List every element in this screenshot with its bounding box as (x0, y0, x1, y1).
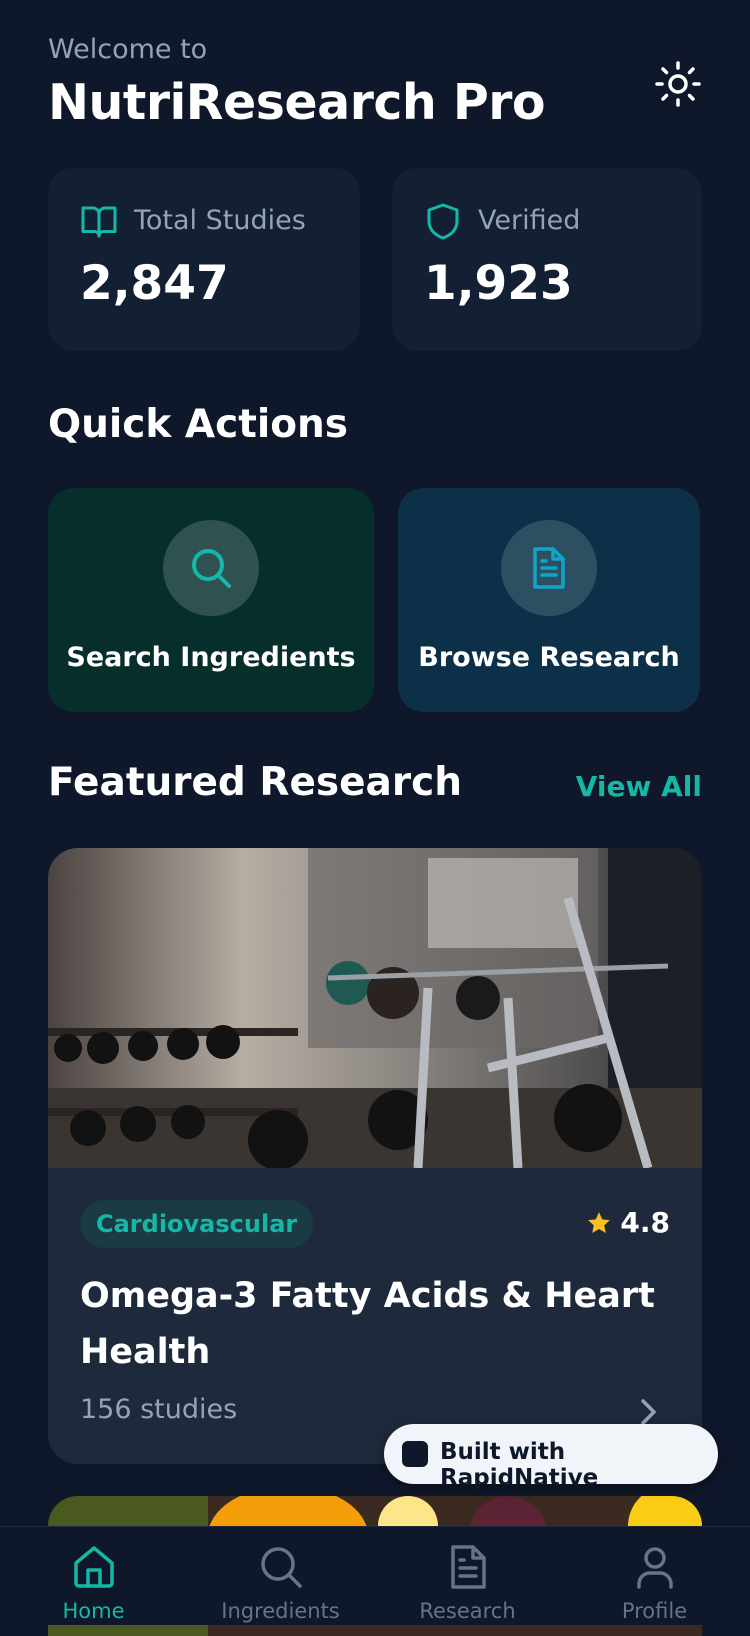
tab-label: Home (62, 1599, 125, 1623)
stat-card-verified: Verified 1,923 (392, 168, 702, 351)
welcome-text: Welcome to (48, 34, 208, 65)
theme-toggle-button[interactable] (654, 60, 702, 108)
studies-count: 156 studies (80, 1394, 238, 1425)
stat-card-total-studies: Total Studies 2,847 (48, 168, 360, 351)
rating: 4.8 (586, 1206, 670, 1239)
action-label: Search Ingredients (66, 642, 356, 673)
featured-research-card[interactable]: Cardiovascular 4.8 Omega-3 Fatty Acids &… (48, 848, 702, 1464)
home-icon (73, 1546, 114, 1588)
stat-label: Verified (478, 205, 581, 236)
tab-label: Ingredients (221, 1599, 340, 1623)
quick-actions-title: Quick Actions (48, 402, 349, 447)
tab-profile[interactable]: Profile (561, 1527, 748, 1625)
badge-text: Built with RapidNative (440, 1439, 599, 1491)
search-icon (192, 549, 231, 588)
search-ingredients-button[interactable]: Search Ingredients (48, 488, 374, 712)
shield-icon (427, 203, 459, 240)
category-tag: Cardiovascular (80, 1200, 314, 1248)
stat-label: Total Studies (134, 205, 306, 236)
built-with-badge[interactable]: Built with RapidNative (384, 1424, 718, 1491)
icon-circle (163, 520, 259, 616)
stat-value: 2,847 (80, 256, 229, 311)
rapidnative-logo-icon (402, 1441, 428, 1467)
bottom-tab-bar: Home Ingredients Research Profile (0, 1526, 750, 1625)
tab-label: Profile (621, 1599, 688, 1623)
document-icon (533, 547, 565, 589)
tab-label: Research (419, 1599, 516, 1623)
tab-research[interactable]: Research (374, 1527, 561, 1625)
app-title: NutriResearch Pro (48, 74, 546, 131)
sun-icon (655, 61, 701, 107)
book-open-icon (81, 206, 117, 238)
browse-research-button[interactable]: Browse Research (398, 488, 700, 712)
user-icon (636, 1547, 673, 1589)
document-icon (450, 1545, 486, 1589)
star-icon (588, 1211, 611, 1233)
gym-photo (48, 848, 702, 1168)
action-label: Browse Research (418, 642, 680, 673)
featured-research-title: Featured Research (48, 760, 462, 805)
tab-home[interactable]: Home (0, 1527, 187, 1625)
icon-circle (501, 520, 597, 616)
research-title: Omega-3 Fatty Acids & Heart Health (80, 1276, 655, 1372)
tab-ingredients[interactable]: Ingredients (187, 1527, 374, 1625)
rating-value: 4.8 (620, 1206, 670, 1239)
search-icon (260, 1547, 302, 1588)
view-all-link[interactable]: View All (576, 770, 702, 803)
stat-value: 1,923 (424, 256, 573, 311)
